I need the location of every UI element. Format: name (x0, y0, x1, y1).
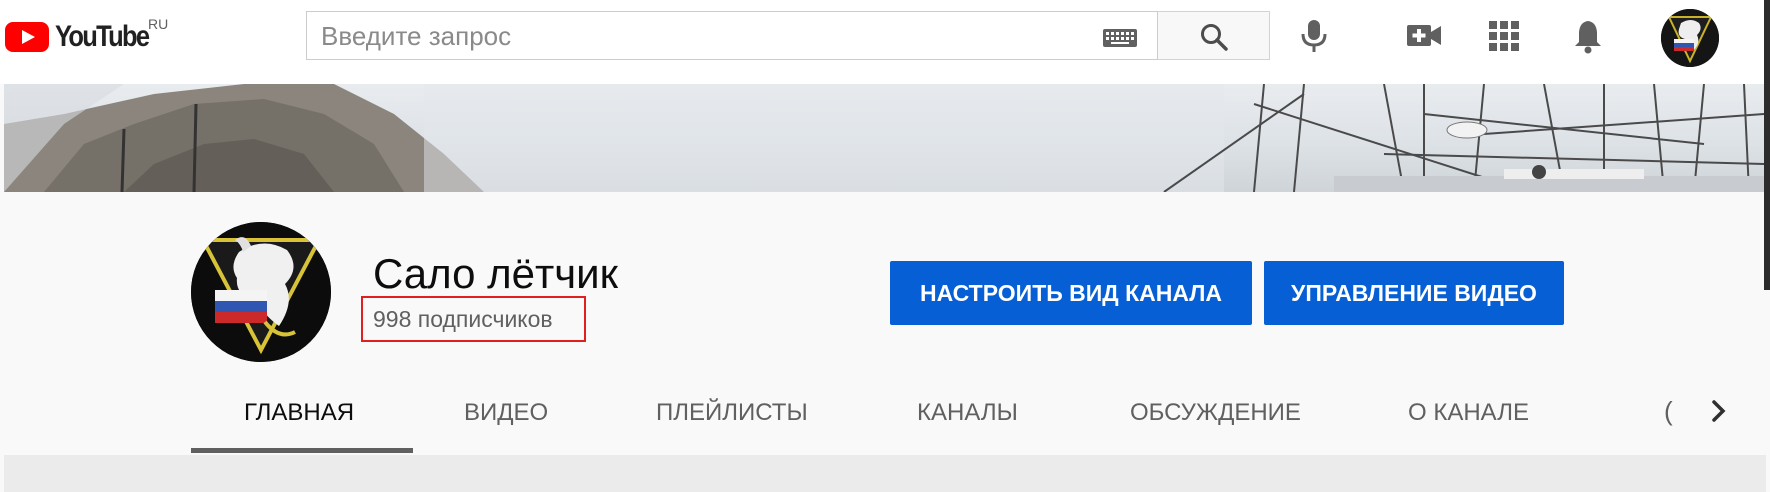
channel-banner (4, 84, 1766, 192)
customize-channel-button[interactable]: НАСТРОИТЬ ВИД КАНАЛА (890, 261, 1252, 325)
content-area (4, 455, 1766, 492)
tab-discussion[interactable]: ОБСУЖДЕНИЕ (1130, 398, 1301, 428)
tab-home[interactable]: ГЛАВНАЯ (244, 398, 354, 428)
youtube-play-icon (5, 22, 49, 52)
horse-emblem-icon (191, 222, 331, 362)
search-button[interactable] (1158, 11, 1270, 60)
search-input[interactable] (319, 12, 1083, 61)
chevron-right-icon[interactable] (1706, 396, 1732, 426)
channel-name: Сало лётчик (373, 250, 618, 297)
microphone-icon[interactable] (1294, 16, 1334, 56)
tab-about[interactable]: О КАНАЛЕ (1408, 398, 1529, 428)
region-code: RU (148, 16, 169, 32)
tabs-scroll-left[interactable]: ( (1664, 396, 1673, 427)
notifications-icon[interactable] (1568, 16, 1608, 56)
keyboard-icon[interactable] (1103, 29, 1137, 47)
manage-videos-button[interactable]: УПРАВЛЕНИЕ ВИДЕО (1264, 261, 1564, 325)
apps-icon[interactable] (1484, 16, 1524, 56)
tab-playlists[interactable]: ПЛЕЙЛИСТЫ (656, 398, 808, 428)
search-icon (1201, 24, 1228, 51)
subscriber-count: 998 подписчиков (361, 296, 586, 342)
horse-emblem-icon (1661, 9, 1719, 67)
active-tab-indicator (191, 448, 413, 453)
tab-channels[interactable]: КАНАЛЫ (917, 398, 1018, 428)
account-avatar[interactable] (1661, 9, 1719, 67)
window-edge (1764, 0, 1770, 290)
create-video-icon[interactable] (1404, 16, 1444, 56)
search-box (306, 11, 1158, 61)
youtube-logo[interactable]: YouTube (5, 20, 165, 53)
banner-harbor-image (4, 84, 1765, 192)
logo-text: YouTube (55, 20, 150, 53)
channel-avatar[interactable] (191, 222, 331, 362)
tab-videos[interactable]: ВИДЕО (464, 398, 548, 428)
top-bar: YouTube RU (0, 0, 1770, 84)
